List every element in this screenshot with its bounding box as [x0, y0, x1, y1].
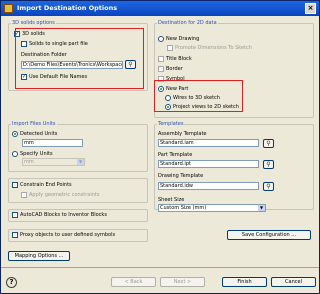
- part-template-label: Part Template: [158, 152, 193, 158]
- constrain-end-points-checkbox[interactable]: [12, 182, 18, 188]
- title-block-label: Title Block: [166, 56, 192, 62]
- apply-geometric-label: Apply geometric constraints: [29, 192, 100, 198]
- window-title: Import Destination Options: [17, 4, 118, 12]
- specify-units-select[interactable]: mm ▼: [22, 158, 85, 166]
- specify-units-label: Specify Units: [20, 151, 53, 157]
- autocad-blocks-checkbox[interactable]: [12, 212, 18, 218]
- drawing-template-label: Drawing Template: [158, 173, 204, 179]
- magnifier-icon: ⚲: [266, 161, 271, 168]
- close-button[interactable]: ×: [305, 3, 316, 14]
- sheet-size-select[interactable]: Custom Size (mm) ▼: [158, 204, 266, 212]
- sheet-size-label: Sheet Size: [158, 197, 185, 203]
- proxy-objects-checkbox[interactable]: [12, 232, 18, 238]
- back-button[interactable]: < Back: [111, 277, 156, 287]
- finish-button[interactable]: Finish: [222, 277, 267, 287]
- solids-options-label: 3D solids options: [11, 20, 56, 26]
- browse-part-button[interactable]: ⚲: [263, 160, 274, 169]
- cancel-button[interactable]: Cancel: [271, 277, 316, 287]
- import-units-label: Import Files Units: [11, 121, 57, 127]
- help-icon[interactable]: ?: [6, 277, 17, 288]
- chevron-down-icon: ▼: [258, 205, 265, 211]
- mapping-options-button[interactable]: Mapping Options ...: [8, 251, 70, 261]
- specify-units-value: mm: [24, 159, 34, 165]
- apply-geometric-checkbox[interactable]: [21, 192, 27, 198]
- save-configuration-button[interactable]: Save Configuration ...: [227, 230, 311, 240]
- browse-assembly-button[interactable]: ⚲: [263, 139, 274, 148]
- chevron-down-icon: ▼: [77, 159, 84, 165]
- browse-drawing-button[interactable]: ⚲: [263, 182, 274, 191]
- title-bar[interactable]: Import Destination Options ×: [1, 1, 319, 16]
- drawing-template-field[interactable]: Standard.idw: [158, 182, 259, 190]
- sheet-size-value: Custom Size (mm): [160, 205, 207, 211]
- constrain-end-points-label: Constrain End Points: [20, 182, 72, 188]
- magnifier-icon: ⚲: [266, 140, 271, 147]
- new-drawing-radio[interactable]: [158, 36, 164, 42]
- title-block-checkbox[interactable]: [158, 56, 164, 62]
- detected-units-radio[interactable]: [12, 131, 18, 137]
- destination-2d-label: Destination for 2D data: [157, 20, 218, 26]
- footer-divider: [1, 267, 319, 268]
- specify-units-radio[interactable]: [12, 151, 18, 157]
- proxy-objects-label: Proxy objects to user defined symbols: [20, 232, 116, 238]
- promote-dimensions-label: Promote Dimensions To Sketch: [175, 45, 252, 51]
- highlight-box-new-part: [154, 80, 243, 112]
- border-label: Border: [166, 66, 183, 72]
- part-template-field[interactable]: Standard.ipt: [158, 160, 259, 168]
- assembly-template-field[interactable]: Standard.iam: [158, 139, 259, 147]
- autocad-blocks-label: AutoCAD Blocks to Inventor Blocks: [20, 212, 107, 218]
- highlight-box-solids: [15, 28, 144, 89]
- next-button[interactable]: Next >: [160, 277, 205, 287]
- detected-units-label: Detected Units: [20, 131, 58, 137]
- detected-units-field[interactable]: mm: [22, 139, 83, 147]
- border-checkbox[interactable]: [158, 66, 164, 72]
- app-icon: [4, 4, 13, 13]
- new-drawing-label: New Drawing: [166, 36, 200, 42]
- templates-label: Templates: [157, 121, 185, 127]
- assembly-template-label: Assembly Template: [158, 131, 207, 137]
- import-destination-options-dialog: Import Destination Options × 3D solids o…: [0, 0, 320, 294]
- magnifier-icon: ⚲: [266, 183, 271, 190]
- promote-dimensions-checkbox[interactable]: [167, 45, 173, 51]
